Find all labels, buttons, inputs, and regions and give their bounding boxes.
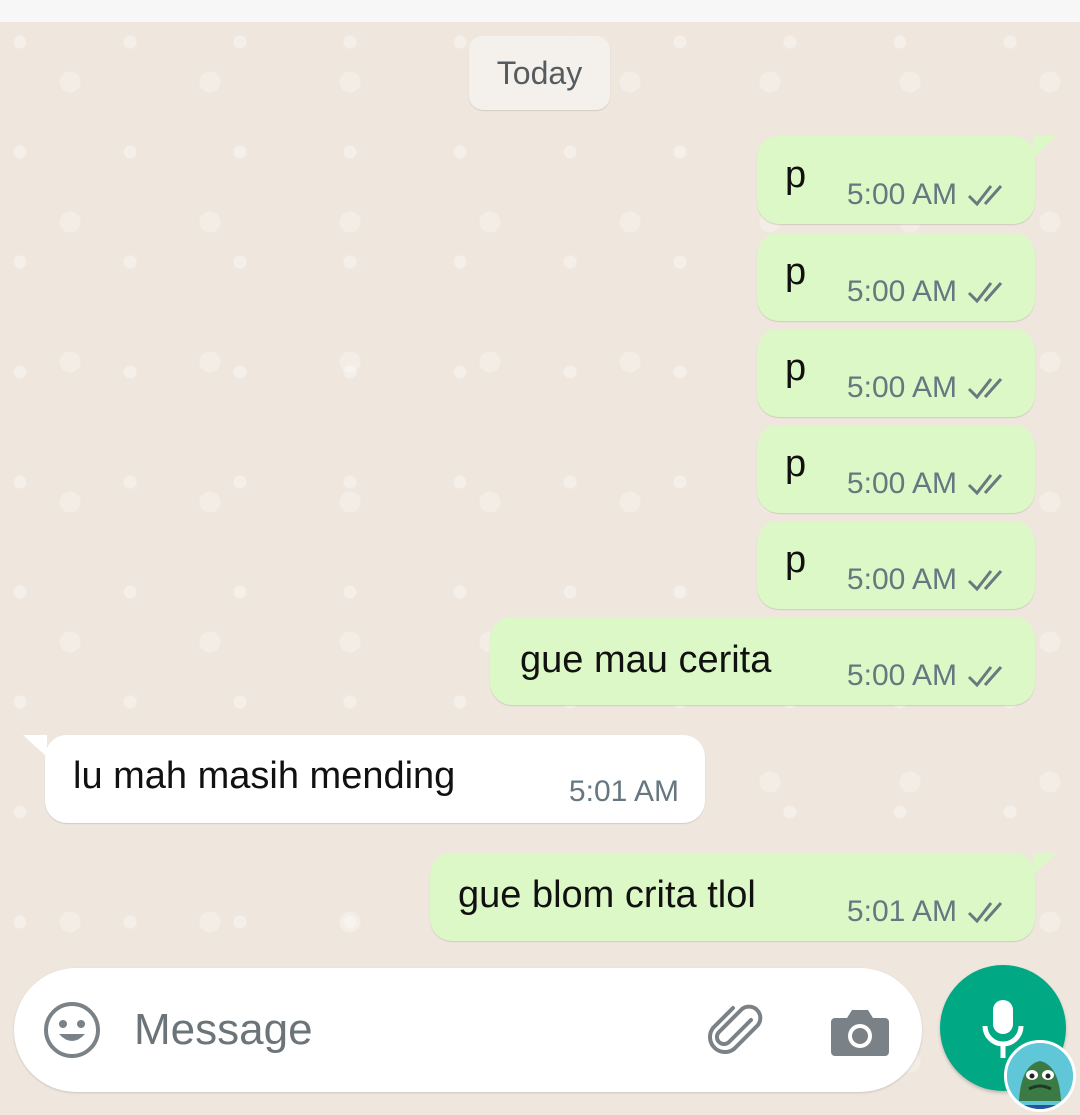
frog-sticker-icon [1007,1043,1073,1109]
message-time: 5:00 AM [846,563,957,596]
message-meta: 5:00 AM [847,467,1011,501]
message-text: lu mah masih mending [73,755,456,797]
message-bubble-outgoing[interactable]: p 5:00 AM [757,521,1035,609]
double-check-icon [967,378,1003,400]
double-check-icon [967,282,1003,304]
message-meta: 5:01 AM [569,775,679,809]
camera-icon[interactable] [829,1004,891,1058]
message-time: 5:01 AM [568,775,679,808]
message-text: p [785,251,807,293]
message-text: p [785,443,807,485]
message-bubble-outgoing[interactable]: gue blom crita tlol 5:01 AM [430,853,1057,941]
emoji-icon[interactable] [42,1000,102,1060]
avatar [1004,1040,1076,1112]
message-text: gue mau cerita [520,639,772,681]
message-time: 5:00 AM [846,371,957,404]
message-meta: 5:00 AM [847,563,1011,597]
message-meta: 5:00 AM [847,178,1011,212]
double-check-icon [967,666,1003,688]
bubble-tail [1033,136,1057,158]
message-meta: 5:01 AM [847,895,1011,929]
message-text: p [785,539,807,581]
double-check-icon [967,902,1003,924]
message-meta: 5:00 AM [847,275,1011,309]
message-input-placeholder[interactable]: Message [134,1005,313,1055]
message-text: gue blom crita tlol [458,874,756,916]
message-bubble-outgoing[interactable]: p 5:00 AM [757,425,1035,513]
message-time: 5:00 AM [846,467,957,500]
message-bubble-outgoing[interactable]: p 5:00 AM [757,233,1035,321]
message-composer[interactable]: Message [14,968,922,1092]
message-text: p [785,347,807,389]
status-strip [0,0,1080,22]
message-bubble-outgoing[interactable]: gue mau cerita 5:00 AM [490,617,1035,705]
message-time: 5:00 AM [846,659,957,692]
paperclip-icon[interactable] [707,1002,767,1062]
double-check-icon [967,570,1003,592]
message-meta: 5:00 AM [847,659,1011,693]
message-time: 5:00 AM [846,178,957,211]
double-check-icon [967,185,1003,207]
message-bubble-outgoing[interactable]: p 5:00 AM [757,136,1057,224]
bubble-tail [1033,853,1057,875]
double-check-icon [967,474,1003,496]
message-bubble-outgoing[interactable]: p 5:00 AM [757,329,1035,417]
message-bubble-incoming[interactable]: lu mah masih mending 5:01 AM [23,735,705,823]
message-meta: 5:00 AM [847,371,1011,405]
message-time: 5:00 AM [846,275,957,308]
message-text: p [785,154,807,196]
message-time: 5:01 AM [846,895,957,928]
bubble-tail [23,735,47,757]
date-chip: Today [469,36,610,110]
